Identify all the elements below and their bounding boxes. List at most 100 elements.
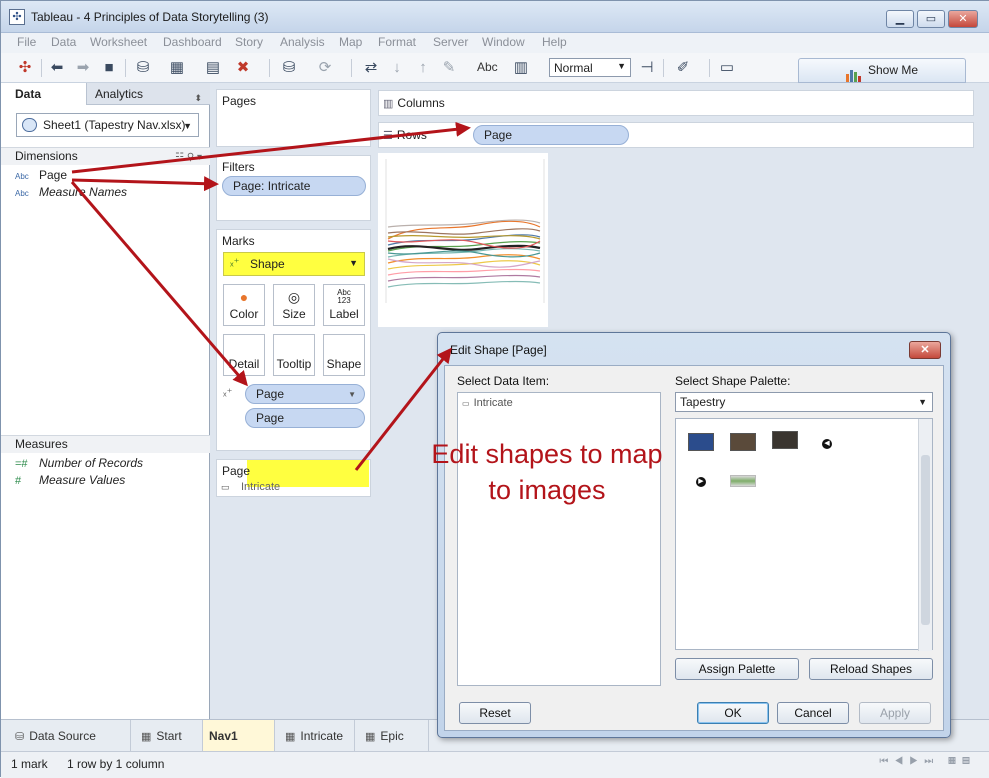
minimize-button[interactable]: ▁ — [886, 10, 914, 28]
new-datasource-icon[interactable]: ⛁ — [133, 58, 153, 78]
menu-file[interactable]: File — [17, 35, 36, 49]
shape-thumb-tapestry[interactable] — [730, 475, 756, 487]
number-type-icon: # — [15, 475, 22, 487]
dialog-close-button[interactable]: ✕ — [909, 341, 941, 359]
refresh-icon[interactable]: ⟳ — [315, 58, 335, 78]
presentation-mode-icon[interactable]: ▭ — [717, 58, 737, 78]
sort-ascending-icon[interactable]: ↓ — [387, 58, 407, 78]
save-icon[interactable]: ■ — [99, 58, 119, 78]
shape-thumb-1[interactable] — [688, 433, 714, 451]
assign-palette-button[interactable]: Assign Palette — [675, 658, 799, 680]
mark-type-select[interactable]: ₓ⁺ Shape ▼ — [223, 252, 365, 276]
toolbar-separator — [41, 59, 42, 77]
annotation-callout: Edit shapes to map to images — [407, 436, 687, 508]
show-me-button[interactable]: Show Me — [798, 58, 966, 83]
maximize-button[interactable]: ▭ — [917, 10, 945, 28]
sheet-nav-buttons[interactable]: ⏮◀▶⏭ ▦▤ — [879, 756, 976, 767]
rows-pill-page[interactable]: Page — [473, 125, 629, 145]
reload-shapes-button[interactable]: Reload Shapes — [809, 658, 933, 680]
pages-shelf[interactable]: Pages — [216, 89, 371, 147]
tooltip-icon — [274, 335, 314, 357]
legend-item[interactable]: Intricate — [241, 481, 280, 493]
label-button-label: Label — [329, 307, 359, 321]
redo-icon[interactable]: ➡ — [73, 58, 93, 78]
tab-nav1[interactable]: Nav1 — [203, 720, 275, 752]
data-item-label: Intricate — [473, 397, 513, 409]
status-rows-cols: 1 row by 1 column — [67, 757, 165, 771]
measure-field-number-of-records[interactable]: =# Number of Records — [15, 455, 143, 472]
close-window-button[interactable]: ✕ — [948, 10, 978, 28]
duplicate-sheet-icon[interactable]: ▤ — [203, 58, 223, 78]
marks-pill-page-detail[interactable]: Page — [245, 408, 365, 428]
rows-icon: ☰ — [383, 130, 393, 142]
marks-card: Marks ₓ⁺ Shape ▼ ● Color ◎ Size Abc 123 … — [216, 229, 371, 451]
data-item-intricate[interactable]: ▭ Intricate — [462, 397, 513, 409]
clear-sheet-icon[interactable]: ✖ — [233, 58, 253, 78]
tab-intricate[interactable]: ▦ Intricate — [275, 720, 355, 752]
rows-shelf[interactable]: ☰ Rows Page — [378, 122, 974, 148]
tab-analytics-label: Analytics — [95, 87, 144, 101]
scrollbar[interactable] — [918, 419, 932, 651]
menu-map[interactable]: Map — [339, 35, 362, 49]
filter-pill[interactable]: Page: Intricate — [222, 176, 366, 196]
cancel-button[interactable]: Cancel — [777, 702, 849, 724]
tab-label: Data Source — [29, 729, 96, 743]
undo-icon[interactable]: ⬅ — [47, 58, 67, 78]
new-worksheet-icon[interactable]: ▦ — [167, 58, 187, 78]
label-button[interactable]: Abc 123 Label — [323, 284, 365, 326]
select-palette-label: Select Shape Palette: — [675, 374, 791, 388]
tab-data[interactable]: Data — [1, 83, 87, 105]
shape-thumb-2[interactable] — [730, 433, 756, 451]
detail-button[interactable]: Detail — [223, 334, 265, 376]
menu-story[interactable]: Story — [235, 35, 263, 49]
fix-axes-icon[interactable]: ⊣ — [637, 58, 657, 78]
menu-server[interactable]: Server — [433, 35, 468, 49]
size-button[interactable]: ◎ Size — [273, 284, 315, 326]
toolbar-separator — [351, 59, 352, 77]
color-button[interactable]: ● Color — [223, 284, 265, 326]
tab-epic[interactable]: ▦ Epic — [355, 720, 429, 752]
scrollbar-thumb[interactable] — [921, 455, 930, 625]
shelves-column: Pages Filters Page: Intricate Marks ₓ⁺ S… — [210, 83, 374, 719]
shape-button[interactable]: Shape — [323, 334, 365, 376]
shape-palette-grid: ◀ ▶ — [675, 418, 933, 651]
tab-start[interactable]: ▦ Start — [131, 720, 203, 752]
menu-format[interactable]: Format — [378, 35, 416, 49]
menu-help[interactable]: Help — [542, 35, 567, 49]
filters-shelf[interactable]: Filters Page: Intricate — [216, 155, 371, 221]
reset-button[interactable]: Reset — [459, 702, 531, 724]
tooltip-button-label: Tooltip — [276, 357, 312, 371]
marks-pill-page-shape[interactable]: Page ▼ — [245, 384, 365, 404]
swap-icon[interactable]: ⇄ — [361, 58, 381, 78]
annotate-icon[interactable]: ✐ — [673, 58, 693, 78]
show-labels-button[interactable]: Abc — [477, 60, 498, 74]
tab-data-source[interactable]: ⛁ Data Source — [1, 720, 131, 752]
columns-shelf[interactable]: ▥ Columns — [378, 90, 974, 116]
ok-button[interactable]: OK — [697, 702, 769, 724]
arrow-left-icon[interactable]: ◀ — [822, 439, 832, 449]
arrow-right-icon[interactable]: ▶ — [696, 477, 706, 487]
menu-analysis[interactable]: Analysis — [280, 35, 325, 49]
visualization-mark[interactable] — [378, 153, 548, 327]
menu-window[interactable]: Window — [482, 35, 525, 49]
tableau-icon[interactable]: ✣ — [15, 58, 35, 78]
fit-select[interactable]: Normal ▼ — [549, 58, 631, 77]
sort-descending-icon[interactable]: ↑ — [413, 58, 433, 78]
dimension-field-page[interactable]: Abc Page — [15, 167, 67, 184]
tooltip-button[interactable]: Tooltip — [273, 334, 315, 376]
dimension-field-measure-names[interactable]: Abc Measure Names — [15, 184, 127, 201]
pause-updates-icon[interactable]: ⛁ — [279, 58, 299, 78]
view-search-icons[interactable]: ☷ ⚲ ▾ — [175, 149, 202, 166]
menu-worksheet[interactable]: Worksheet — [90, 35, 147, 49]
highlight-icon[interactable]: ✎ — [439, 58, 459, 78]
menu-data[interactable]: Data — [51, 35, 76, 49]
shape-thumb-3[interactable] — [772, 431, 798, 449]
palette-select[interactable]: Tapestry ▼ — [675, 392, 933, 412]
toolbar-separator — [269, 59, 270, 77]
tab-analytics[interactable]: Analytics ⬍ — [87, 83, 210, 105]
apply-button[interactable]: Apply — [859, 702, 931, 724]
totals-icon[interactable]: ▥ — [511, 58, 531, 78]
datasource-select[interactable]: Sheet1 (Tapestry Nav.xlsx) ▼ — [16, 113, 199, 137]
measure-field-measure-values[interactable]: # Measure Values — [15, 472, 125, 489]
menu-dashboard[interactable]: Dashboard — [163, 35, 222, 49]
